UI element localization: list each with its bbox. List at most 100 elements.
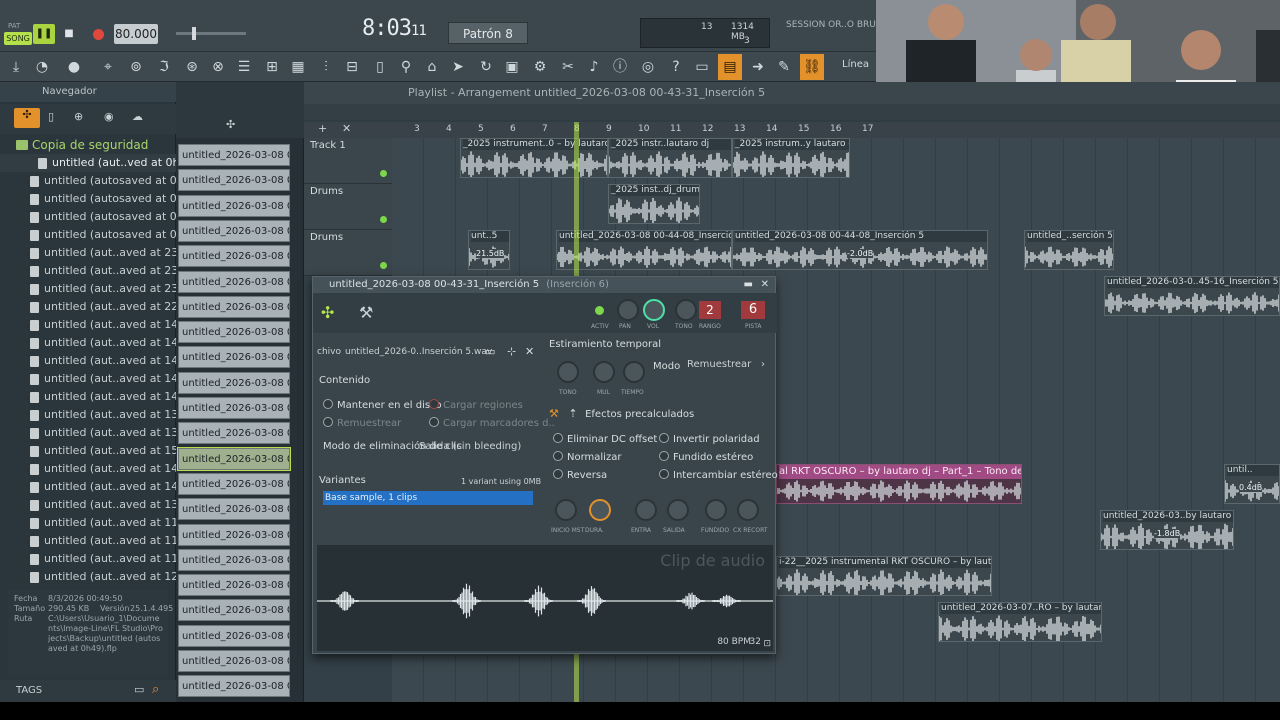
resample-option[interactable]: Remuestrear: [323, 417, 401, 429]
fx-option[interactable]: Fundido estéreo: [659, 451, 753, 463]
browser-file[interactable]: untitled (autosaved at 0h39): [0, 172, 176, 190]
audio-clip[interactable]: until.. 0.4dB: [1224, 464, 1280, 504]
download-icon[interactable]: ⤓: [4, 54, 28, 80]
browser-icon[interactable]: ⊟: [340, 54, 364, 80]
picker-item[interactable]: untitled_2026-03-08 00-...: [178, 675, 290, 698]
envelope-knob[interactable]: [705, 499, 727, 521]
picker-item[interactable]: untitled_2026-03-08 00-...: [178, 650, 290, 672]
channel-window-titlebar[interactable]: untitled_2026-03-08 00-43-31_Inserción 5…: [313, 277, 775, 293]
picker-item[interactable]: untitled_2026-03-08 00-...: [178, 422, 290, 445]
picker-item[interactable]: untitled_2026-03-08 00-...: [178, 548, 290, 571]
picker-item[interactable]: untitled_2026-03-08 00-...: [178, 371, 290, 394]
fx-option[interactable]: Reversa: [553, 469, 607, 481]
wrench-tab-icon[interactable]: ⚒: [359, 303, 373, 322]
layout-icon[interactable]: ▭: [690, 54, 714, 80]
tool-icon-2[interactable]: ⊚: [124, 54, 148, 80]
load-regions-option[interactable]: Cargar regiones: [429, 399, 523, 411]
browser-file[interactable]: untitled (aut..ved at 0h49): [0, 154, 176, 172]
picker-item[interactable]: untitled_2026-03-08 00-...: [178, 144, 290, 166]
add-icon[interactable]: +: [318, 122, 327, 135]
countdown-icon[interactable]: ●: [62, 54, 86, 80]
playlist-icon[interactable]: ⫶: [314, 54, 338, 80]
stretch-mul-knob[interactable]: [593, 361, 615, 383]
fx-option[interactable]: Intercambiar estéreo: [659, 469, 778, 481]
open-folder-icon[interactable]: ▭: [485, 345, 495, 358]
browser-file[interactable]: untitled (aut..aved at 13h42): [0, 496, 176, 514]
picker-item[interactable]: untitled_2026-03-08 00-...: [178, 574, 290, 597]
fx-option[interactable]: Invertir polaridad: [659, 433, 760, 445]
stretch-time-knob[interactable]: [623, 361, 645, 383]
audio-clip[interactable]: unt..5 21.5dB: [468, 230, 510, 270]
stretch-pitch-knob[interactable]: [557, 361, 579, 383]
waveform-tab-icon[interactable]: ✣: [321, 303, 334, 322]
browser-file[interactable]: untitled (aut..aved at 14h43): [0, 460, 176, 478]
browser-tab-all[interactable]: ✣: [14, 108, 40, 128]
track-led-icon[interactable]: [380, 262, 387, 269]
snap-icon[interactable]: ⛓: [800, 54, 824, 80]
line-mode-selector[interactable]: Línea: [842, 59, 869, 70]
typing-keyboard-icon[interactable]: ▤: [718, 54, 742, 80]
load-markers-option[interactable]: Cargar marcadores d..: [429, 417, 555, 429]
record-button[interactable]: [89, 26, 107, 42]
audio-clip[interactable]: untitled_2026-03-08 00-44-08_Inserción 5…: [732, 230, 988, 270]
pattern-selector[interactable]: Patrón 8: [448, 22, 528, 44]
picker-item[interactable]: untitled_2026-03-08 00-...: [178, 523, 290, 546]
audio-clip[interactable]: _2025 instr..lautaro dj: [608, 138, 732, 178]
move-icon[interactable]: ✣: [226, 118, 235, 131]
picker-item[interactable]: untitled_2026-03-08 00-...: [178, 321, 290, 344]
picker-item[interactable]: untitled_2026-03-08 00-...: [178, 498, 290, 521]
envelope-knob[interactable]: [589, 499, 611, 521]
minimize-icon[interactable]: ▬: [744, 277, 753, 293]
audio-clip[interactable]: untitled_2026-03-07..RO – by lautaro dj: [938, 602, 1102, 642]
master-volume-handle[interactable]: [192, 27, 196, 40]
metronome-icon[interactable]: ◔: [30, 54, 54, 80]
picker-item[interactable]: untitled_2026-03-08 00-...: [178, 219, 290, 242]
envelope-knob[interactable]: [737, 499, 759, 521]
declick-row[interactable]: Modo de eliminación de clic Salida (sin …: [323, 441, 533, 455]
browser-tab-plugins-icon[interactable]: ⊕: [74, 110, 83, 123]
browser-file[interactable]: untitled (autosaved at 0h28): [0, 190, 176, 208]
pencil-icon[interactable]: ✎: [772, 54, 796, 80]
mic-icon[interactable]: ♪: [582, 54, 606, 80]
folder-button-icon[interactable]: ▭: [134, 683, 144, 696]
track-box[interactable]: 6: [741, 301, 765, 319]
mixer-icon[interactable]: ☰: [232, 54, 256, 80]
track-led-icon[interactable]: [380, 170, 387, 177]
audio-clip[interactable]: i-22__2025 instrumental RKT OSCURO – by …: [776, 556, 992, 596]
pan-knob[interactable]: [617, 299, 639, 321]
track-header[interactable]: Drums: [304, 230, 394, 276]
browser-file[interactable]: untitled (aut..aved at 14h27): [0, 388, 176, 406]
picker-item[interactable]: untitled_2026-03-08 00-...: [178, 169, 290, 192]
audio-clip[interactable]: untitled_2026-03..by lautaro dj -1.8dB: [1100, 510, 1234, 550]
picker-item[interactable]: untitled_2026-03-08 00-...: [178, 397, 290, 419]
track-led-icon[interactable]: [380, 216, 387, 223]
file-icon[interactable]: ▯: [368, 54, 392, 80]
waveform-display[interactable]: Clip de audio 80 BPM 32 ⊡: [317, 545, 773, 651]
browser-file[interactable]: untitled (autosaved at 0h17): [0, 208, 176, 226]
picker-item[interactable]: untitled_2026-03-08 00-...: [178, 624, 290, 647]
picker-item[interactable]: untitled_2026-03-08 00-...: [178, 599, 290, 622]
audio-clip[interactable]: _2025 instrum..y lautaro dj: [732, 138, 850, 178]
browser-tab-samples-icon[interactable]: ◉: [104, 110, 114, 123]
browser-file[interactable]: untitled (aut..aved at 11h41): [0, 532, 176, 550]
picker-item[interactable]: untitled_2026-03-08 00-...: [178, 270, 290, 293]
audio-clip[interactable]: _2025 inst..dj_drums: [608, 184, 700, 224]
audio-clip[interactable]: untitled_2026-03-08 00-44-08_Inserción 5: [556, 230, 732, 270]
song-mode-button[interactable]: SONG: [4, 32, 32, 45]
browser-file[interactable]: untitled (aut..aved at 14h47): [0, 352, 176, 370]
keep-on-disk-option[interactable]: Mantener en el disco: [323, 399, 442, 411]
playlist-ruler[interactable]: 34567891011121314151617: [392, 122, 1280, 138]
up-arrow-icon[interactable]: ⇡: [568, 407, 577, 420]
audio-clip[interactable]: untitled_..serción 5: [1024, 230, 1114, 270]
stop-button[interactable]: ■: [60, 26, 78, 42]
pause-button[interactable]: ❚❚: [33, 24, 55, 44]
picker-item[interactable]: untitled_2026-03-08 00-...: [178, 245, 290, 268]
plugin-icon[interactable]: ⚙: [528, 54, 552, 80]
browser-file[interactable]: untitled (aut..aved at 13h59): [0, 406, 176, 424]
step-forward-icon[interactable]: ➜: [746, 54, 770, 80]
browser-tab-files-icon[interactable]: ▯: [48, 110, 54, 123]
volume-knob[interactable]: [643, 299, 665, 321]
audio-clip[interactable]: _2025 instrument..0 – by lautaro dj: [460, 138, 608, 178]
active-led[interactable]: [595, 306, 604, 315]
tool-icon-4[interactable]: ⊛: [180, 54, 204, 80]
